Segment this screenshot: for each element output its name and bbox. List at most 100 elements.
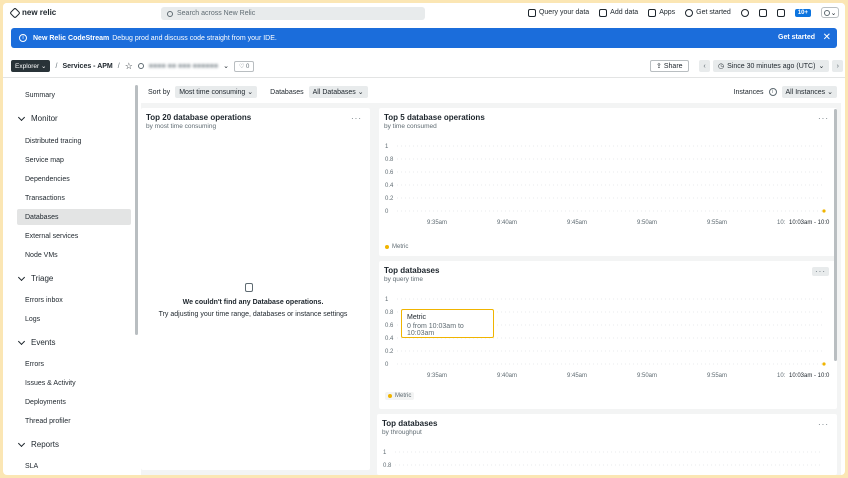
chart-plot: 10.8 (383, 450, 823, 469)
app-name-selector[interactable]: ■■■■ ■■ ■■■ ■■■■■■ (149, 63, 218, 70)
info-icon: i (19, 34, 27, 42)
sidebar-item-databases[interactable]: Databases (17, 209, 131, 225)
time-picker: ‹ ◷ Since 30 minutes ago (UTC) ⌄ › (699, 60, 844, 72)
chevron-down-icon[interactable]: ⌄ (223, 62, 229, 70)
get-started-label: Get started (696, 9, 731, 16)
x-tick-label: 9:40am (497, 373, 517, 379)
content-scrollbar[interactable] (834, 109, 837, 361)
clock-icon: ◷ (718, 63, 725, 70)
databases-dropdown[interactable]: All Databases ⌄ (308, 86, 368, 98)
card-menu-button[interactable]: ··· (351, 114, 362, 123)
breadcrumb-separator: / (55, 62, 58, 70)
sidebar-scrollbar[interactable] (135, 85, 138, 335)
sidebar-item-node-vms[interactable]: Node VMs (17, 247, 131, 263)
filter-bar: Sort by Most time consuming ⌄ Databases … (148, 86, 368, 98)
breadcrumb-services-apm[interactable]: Services - APM (62, 63, 112, 70)
sidebar-item-sla[interactable]: SLA (17, 458, 131, 471)
instances-dropdown[interactable]: All Instances ⌄ (781, 86, 837, 98)
sidebar-item-label: Errors (25, 360, 45, 368)
time-back-button[interactable]: ‹ (699, 60, 710, 72)
sidebar-item-distributed-tracing[interactable]: Distributed tracing (17, 133, 131, 149)
card-title: Top databases (384, 266, 440, 275)
query-icon (527, 8, 536, 17)
info-icon[interactable]: i (768, 88, 777, 96)
y-tick-label: 0 (385, 362, 389, 368)
sort-by-dropdown[interactable]: Most time consuming ⌄ (175, 86, 258, 98)
close-icon[interactable]: ✕ (823, 32, 831, 43)
global-search-input[interactable]: Search across New Relic (161, 7, 425, 20)
y-tick-label: 0.6 (385, 323, 394, 329)
x-tick-label: 9:40am (497, 220, 517, 226)
sidebar-item-logs[interactable]: Logs (17, 311, 131, 327)
sidebar-item-label: Issues & Activity (25, 379, 76, 387)
card-subtitle: by throughput (382, 429, 422, 436)
chart-legend-item[interactable]: Metric (385, 392, 415, 400)
new-relic-logo-icon (9, 6, 21, 19)
tooltip-value: 0 from 10:03am to 10:03am (407, 323, 464, 337)
x-tick-label: 9:50am (637, 373, 657, 379)
get-started-button[interactable]: Get started (685, 8, 731, 17)
checkmark-circle-icon (685, 8, 694, 17)
card-title: Top 5 database operations (384, 113, 485, 122)
sidebar-item-errors-inbox[interactable]: Errors inbox (17, 292, 131, 308)
chevron-down-icon (17, 273, 26, 281)
sidebar-item-errors[interactable]: Errors (17, 356, 131, 372)
favorites-count-button[interactable]: ♡ 0 (233, 60, 255, 72)
sidebar-group-events[interactable]: Events (17, 337, 55, 347)
card-menu-button[interactable]: ··· (818, 420, 829, 429)
sidebar-item-thread-profiler[interactable]: Thread profiler (17, 413, 131, 429)
announcements-icon[interactable] (776, 8, 785, 17)
explorer-label: Explorer (15, 63, 40, 70)
sidebar-item-dependencies[interactable]: Dependencies (17, 171, 131, 187)
add-data-button[interactable]: Add data (599, 8, 639, 17)
chart-card-top-operations: 1 0.8 0.6 0.4 0.2 0 9:35am 9:40am 9:45am 9:50am 9:… (379, 108, 837, 256)
sidebar-item-external-services[interactable]: External services (17, 228, 131, 244)
y-tick-label: 0.6 (385, 170, 394, 176)
sidebar-item-deployments[interactable]: Deployments (17, 394, 131, 410)
sidebar-item-transactions[interactable]: Transactions (17, 190, 131, 206)
share-button[interactable]: ⇪ Share (650, 60, 689, 72)
sidebar-group-triage[interactable]: Triage (17, 273, 53, 283)
header-divider (3, 77, 845, 78)
notifications-badge[interactable]: 10+ (794, 8, 811, 17)
card-menu-button[interactable]: ··· (818, 114, 829, 123)
sidebar-item-label: Errors inbox (25, 296, 63, 304)
new-relic-logo[interactable]: new relic (9, 6, 57, 19)
instances-filter: Instances i All Instances ⌄ (734, 86, 837, 98)
favorite-star-icon[interactable]: ☆ (125, 61, 133, 72)
banner-title: New Relic CodeStream (33, 34, 110, 42)
empty-state-message: Try adjusting your time range, databases… (158, 311, 348, 318)
clipboard-icon[interactable] (758, 8, 767, 17)
card-menu-button[interactable]: ··· (812, 267, 829, 276)
sidebar-item-label: Service map (25, 156, 64, 164)
query-your-data-button[interactable]: Query your data (527, 8, 589, 17)
sidebar-item-label: Node VMs (25, 251, 58, 259)
explorer-dropdown[interactable]: Explorer ⌄ (11, 60, 51, 72)
time-forward-button[interactable]: › (832, 60, 844, 72)
y-tick-label: 0.8 (383, 463, 392, 469)
chevron-down-icon: ⌄ (818, 63, 825, 70)
apps-button[interactable]: Apps (648, 8, 675, 17)
x-tick-label: 9:35am (427, 220, 447, 226)
sidebar-group-monitor[interactable]: Monitor (17, 113, 58, 123)
banner-text: Debug prod and discuss code straight fro… (112, 34, 277, 42)
brand-name: new relic (22, 8, 57, 17)
card-title: Top 20 database operations (146, 113, 252, 122)
add-data-label: Add data (610, 9, 639, 16)
sidebar-item-issues-activity[interactable]: Issues & Activity (17, 375, 131, 391)
help-icon[interactable] (740, 8, 749, 17)
x-tick-label: 9:50am (637, 220, 657, 226)
user-menu-button[interactable]: ⌄ (821, 7, 839, 18)
sidebar-item-service-map[interactable]: Service map (17, 152, 131, 168)
time-range-dropdown[interactable]: ◷ Since 30 minutes ago (UTC) ⌄ (713, 60, 830, 72)
y-tick-label: 0.4 (385, 183, 394, 189)
legend-swatch (385, 245, 389, 249)
banner-get-started-link[interactable]: Get started (778, 34, 815, 41)
apps-grid-icon (648, 8, 657, 17)
chart-legend-item[interactable]: Metric (385, 244, 408, 250)
card-subtitle: by time consumed (384, 123, 437, 130)
x-tick-label: 10:03am - 10:0 (789, 373, 830, 379)
sidebar-group-reports[interactable]: Reports (17, 439, 59, 449)
sidebar-item-summary[interactable]: Summary (17, 87, 131, 103)
sort-by-label: Sort by (148, 88, 171, 96)
